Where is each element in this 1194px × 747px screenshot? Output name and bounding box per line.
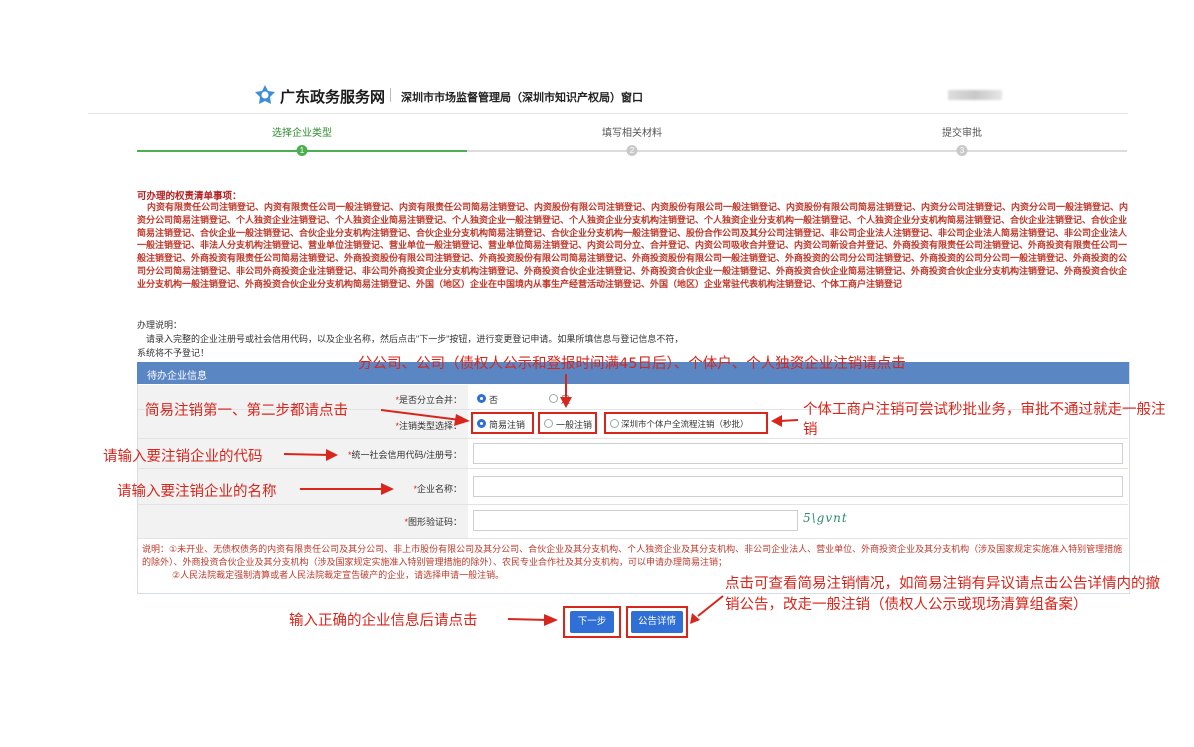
step-2-dot: 2 (626, 145, 638, 156)
site-title: 广东政务服务网 (280, 89, 386, 106)
instructions-line-2: 系统将不予登记！ (137, 348, 210, 358)
annotation-name: 请输入要注销企业的名称 (117, 484, 277, 500)
general-cancel-radio[interactable] (544, 419, 553, 428)
row-divider (138, 538, 1128, 539)
company-name-label: *企业名称： (413, 484, 462, 494)
branch-merge-no-radio[interactable] (477, 394, 486, 403)
step-progress-rest (467, 150, 1127, 152)
credit-code-label: *统一社会信用代码/注册号： (347, 450, 462, 460)
rights-list-title: 可办理的权责清单事项： (137, 191, 242, 202)
step-3-dot: 3 (956, 145, 968, 156)
individual-cancel-radio[interactable] (610, 419, 619, 428)
annotation-individual: 个体工商户注销可尝试秒批业务，审批不通过就走一般注销 (803, 402, 1166, 438)
captcha-label: *图形验证码： (404, 517, 462, 527)
branch-merge-no-label: 否 (489, 395, 499, 405)
step-1-dot: 1 (296, 145, 308, 156)
blurred-user-info (948, 90, 1002, 100)
annotation-top: 分公司、公司（债权人公示和登报时间满45日后）、个体户、个人独资企业注销请点击 (358, 356, 906, 372)
step-3-label: 提交审批 (942, 128, 982, 139)
annotation-notice: 点击可查看简易注销情况，如简易注销有异议请点击公告详情内的撤销公告，改走一般注销… (725, 576, 1160, 613)
captcha-image[interactable]: 5\gvnt (803, 511, 863, 531)
individual-cancel-label: 深圳市个体户全流程注销（秒批） (621, 419, 749, 429)
annotation-next: 输入正确的企业信息后请点击 (289, 613, 478, 629)
row-divider (138, 504, 1128, 505)
site-logo-icon (255, 85, 275, 104)
credit-code-input[interactable] (473, 443, 1123, 464)
rights-list-body: 内资有限责任公司注销登记、内资有限责任公司一般注销登记、内资有限责任公司简易注销… (137, 202, 1129, 289)
instructions-title: 办理说明： (137, 320, 183, 330)
annotation-simple-cancel: 简易注销第一、第二步都请点击 (145, 403, 348, 419)
instructions-line-1: 请录入完整的企业注册号或社会信用代码，以及企业名称，然后点击"下一步"按钮，进行… (146, 334, 684, 344)
simple-cancel-label: 简易注销 (489, 420, 526, 430)
general-cancel-label: 一般注销 (556, 420, 593, 430)
header-divider (88, 113, 1128, 114)
company-name-input[interactable] (473, 476, 1123, 497)
note-line-1: 说明：①未开业、无债权债务的内资有限责任公司及其分公司、非上市股份有限公司及其分… (142, 544, 1123, 567)
simple-cancel-radio[interactable] (477, 419, 486, 428)
notice-details-button[interactable]: 公告详情 (631, 611, 683, 633)
next-button[interactable]: 下一步 (570, 611, 614, 633)
panel-title: 待办企业信息 (147, 371, 207, 382)
cancel-type-label: *注销类型选择： (395, 421, 462, 431)
annotation-code: 请输入要注销企业的代码 (103, 449, 263, 465)
step-1-label: 选择企业类型 (272, 128, 332, 139)
captcha-input[interactable] (473, 510, 798, 531)
title-divider (390, 88, 391, 102)
window-title: 深圳市市场监督管理局（深圳市知识产权局）窗口 (401, 92, 643, 104)
row-divider (138, 468, 1128, 469)
step-2-label: 填写相关材料 (602, 128, 662, 139)
branch-merge-yes-label: 是 (561, 395, 571, 405)
branch-merge-yes-radio[interactable] (549, 394, 558, 403)
